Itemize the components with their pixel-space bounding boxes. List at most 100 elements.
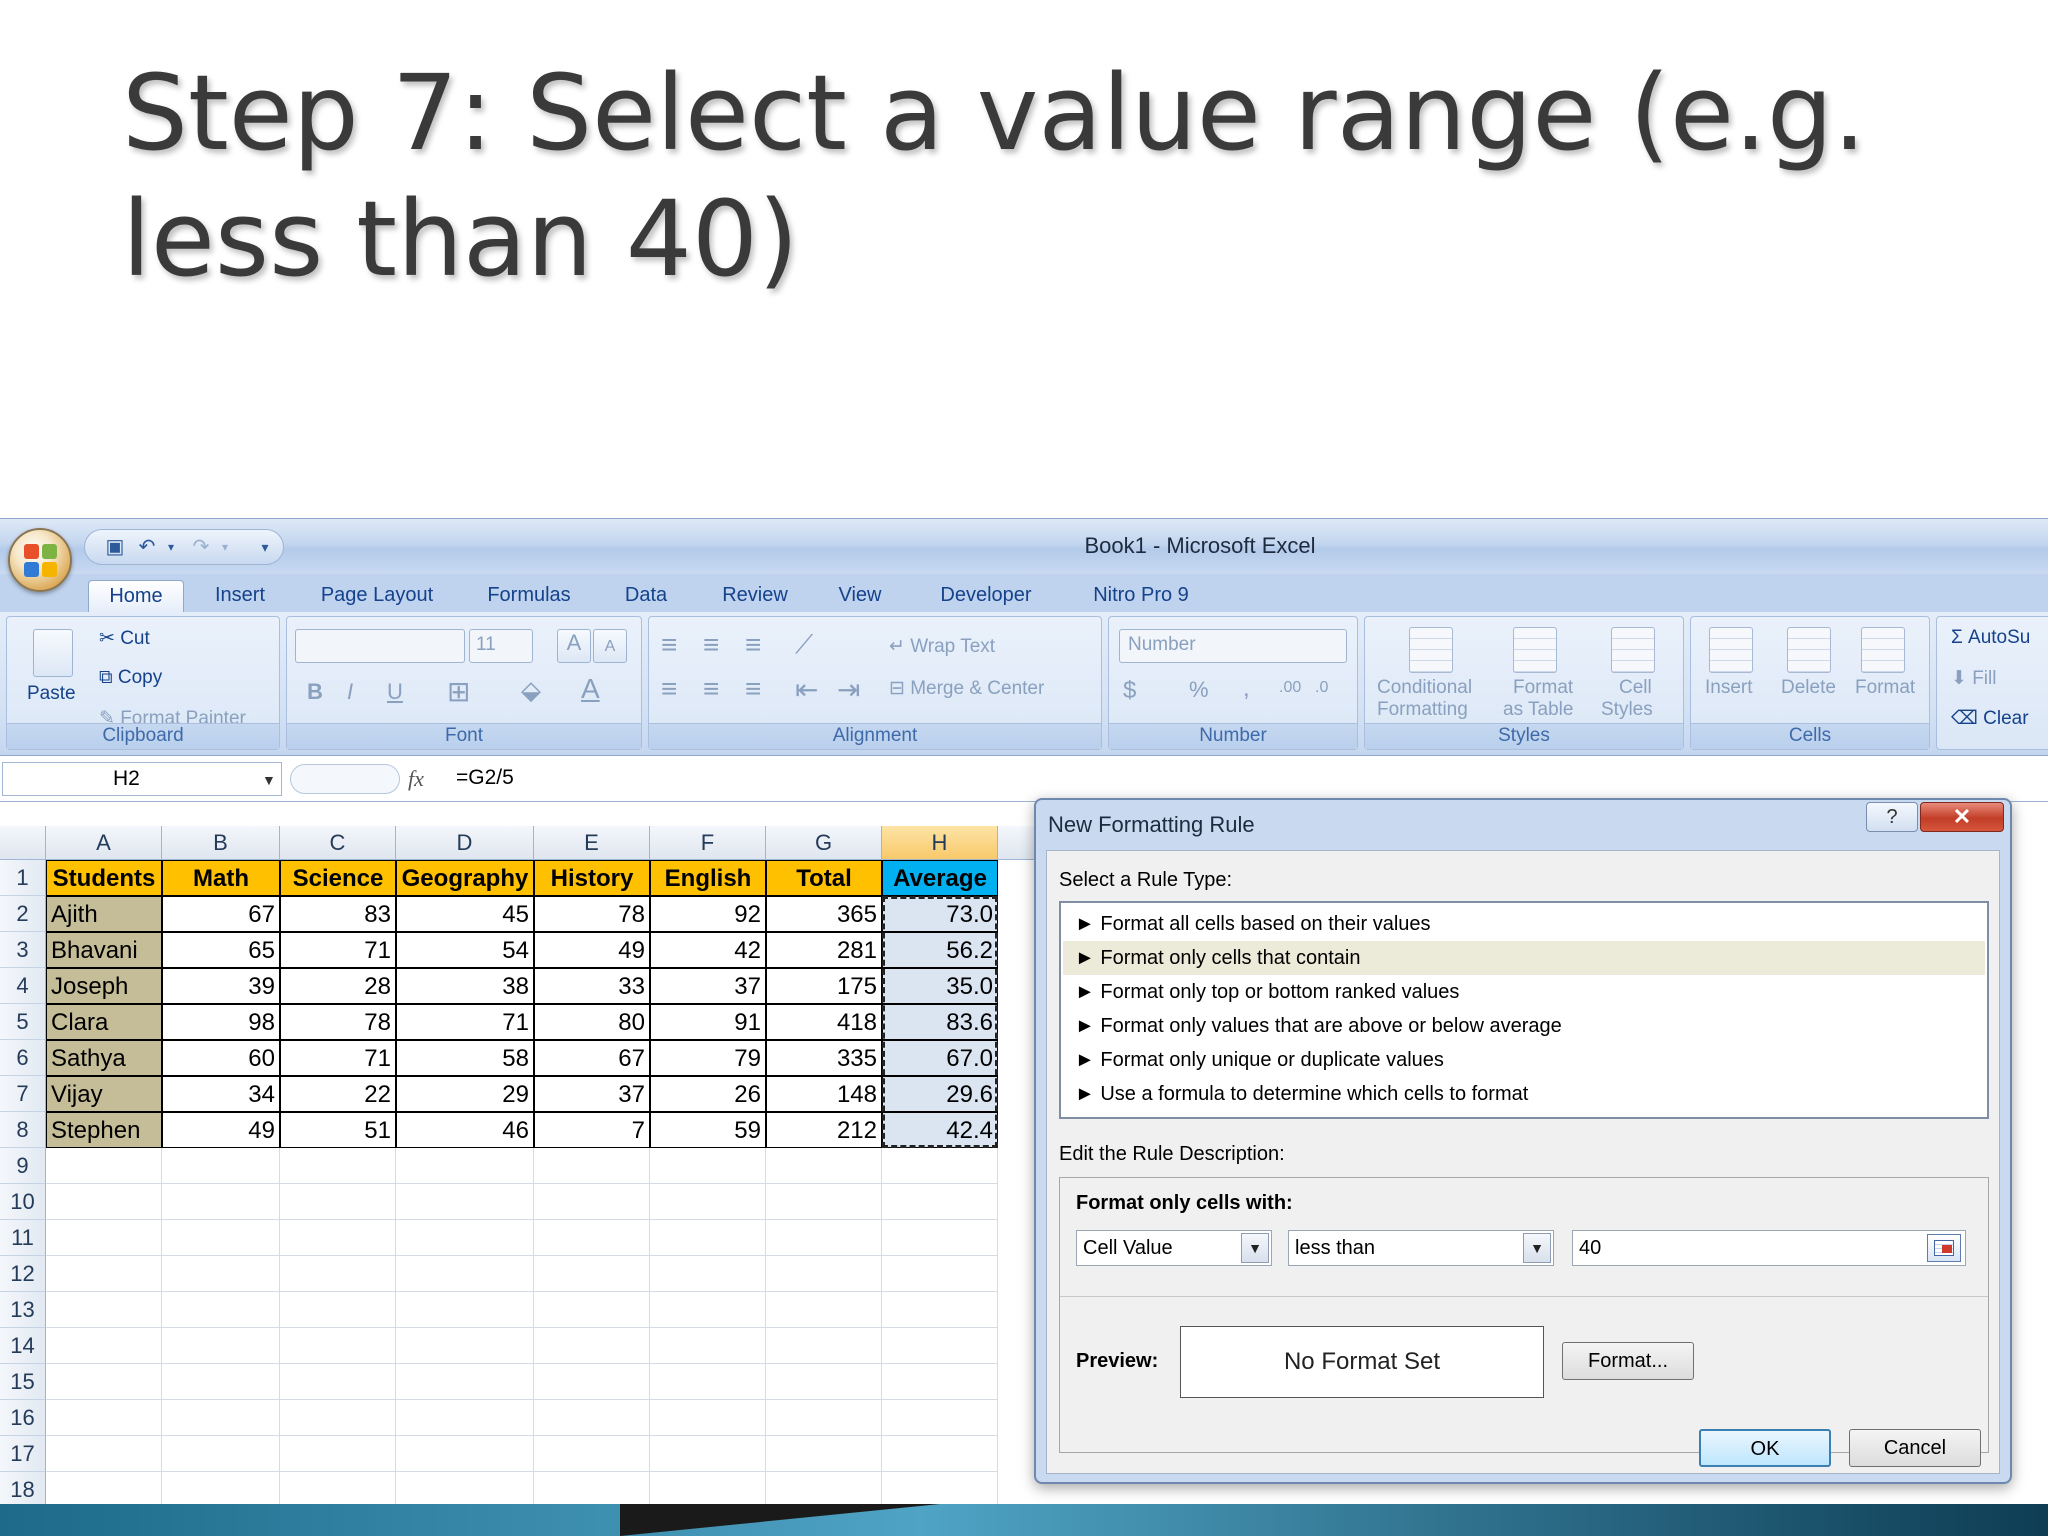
insert-cells-button[interactable]: Insert (1705, 677, 1753, 699)
student-name-cell[interactable]: Joseph (46, 968, 162, 1004)
empty-cell[interactable] (46, 1364, 162, 1400)
formula-input[interactable]: =G2/5 (456, 766, 514, 790)
value-input[interactable]: 40 (1572, 1230, 1966, 1266)
table-cell[interactable]: 28 (280, 968, 396, 1004)
row-header[interactable]: 18 (0, 1472, 46, 1504)
empty-cell[interactable] (650, 1292, 766, 1328)
paste-button[interactable]: Paste (27, 683, 76, 705)
empty-cell[interactable] (396, 1148, 534, 1184)
rule-type-item[interactable]: ► Format only values that are above or b… (1063, 1009, 1985, 1043)
column-header[interactable]: C (280, 826, 396, 860)
empty-cell[interactable] (280, 1472, 396, 1504)
student-name-cell[interactable]: Bhavani (46, 932, 162, 968)
empty-cell[interactable] (766, 1148, 882, 1184)
rule-type-item-selected[interactable]: ► Format only cells that contain (1063, 941, 1985, 975)
shrink-font-icon[interactable]: A (593, 629, 627, 663)
bold-button[interactable]: B (307, 679, 323, 705)
number-format-combo[interactable]: Number (1119, 629, 1347, 663)
autosum-button[interactable]: Σ AutoSu (1951, 627, 2030, 649)
table-cell[interactable]: 175 (766, 968, 882, 1004)
comma-button[interactable]: , (1243, 675, 1250, 703)
column-header[interactable]: G (766, 826, 882, 860)
empty-cell[interactable] (46, 1148, 162, 1184)
row-header[interactable]: 11 (0, 1220, 46, 1256)
empty-cell[interactable] (650, 1472, 766, 1504)
italic-button[interactable]: I (347, 679, 353, 705)
column-header[interactable]: D (396, 826, 534, 860)
conditional-formatting-label[interactable]: Conditional (1377, 677, 1472, 699)
row-header[interactable]: 8 (0, 1112, 46, 1148)
rule-type-item[interactable]: ► Use a formula to determine which cells… (1063, 1077, 1985, 1111)
empty-cell[interactable] (650, 1436, 766, 1472)
empty-cell[interactable] (396, 1364, 534, 1400)
underline-button[interactable]: U (387, 679, 403, 705)
row-header[interactable]: 3 (0, 932, 46, 968)
student-name-cell[interactable]: Sathya (46, 1040, 162, 1076)
empty-cell[interactable] (534, 1472, 650, 1504)
table-cell[interactable]: 58 (396, 1040, 534, 1076)
row-header[interactable]: 5 (0, 1004, 46, 1040)
table-cell[interactable]: 46 (396, 1112, 534, 1148)
font-color-icon[interactable]: A (581, 673, 600, 705)
clear-button[interactable]: ⌫ Clear (1951, 707, 2029, 730)
table-cell[interactable]: 42 (650, 932, 766, 968)
table-cell[interactable]: 148 (766, 1076, 882, 1112)
fill-button[interactable]: ⬇ Fill (1951, 667, 1996, 690)
column-header[interactable]: B (162, 826, 280, 860)
empty-cell[interactable] (766, 1256, 882, 1292)
empty-cell[interactable] (766, 1328, 882, 1364)
fill-color-icon[interactable]: ⬙ (521, 675, 541, 706)
cell-styles-label[interactable]: Cell (1619, 677, 1652, 699)
table-header-cell[interactable]: Math (162, 860, 280, 896)
tab-review[interactable]: Review (710, 580, 800, 612)
tab-data[interactable]: Data (614, 580, 678, 612)
close-button[interactable]: ✕ (1920, 802, 2004, 832)
help-button[interactable]: ? (1866, 802, 1918, 832)
table-header-cell[interactable]: Science (280, 860, 396, 896)
borders-icon[interactable]: ⊞ (447, 675, 470, 708)
empty-cell[interactable] (46, 1256, 162, 1292)
empty-cell[interactable] (280, 1184, 396, 1220)
table-cell[interactable]: 78 (280, 1004, 396, 1040)
row-header[interactable]: 2 (0, 896, 46, 932)
tab-nitro-pro[interactable]: Nitro Pro 9 (1076, 580, 1206, 612)
table-cell[interactable]: 34 (162, 1076, 280, 1112)
empty-cell[interactable] (162, 1328, 280, 1364)
wrap-text-button[interactable]: ↵ Wrap Text (889, 635, 995, 658)
row-header[interactable]: 4 (0, 968, 46, 1004)
tab-insert[interactable]: Insert (200, 580, 280, 612)
table-cell[interactable]: 67.0 (882, 1040, 998, 1076)
empty-cell[interactable] (882, 1472, 998, 1504)
table-cell[interactable]: 98 (162, 1004, 280, 1040)
empty-cell[interactable] (396, 1184, 534, 1220)
empty-cell[interactable] (534, 1400, 650, 1436)
empty-cell[interactable] (650, 1400, 766, 1436)
student-name-cell[interactable]: Stephen (46, 1112, 162, 1148)
empty-cell[interactable] (766, 1400, 882, 1436)
decrease-indent-icon[interactable]: ⇤ (795, 673, 818, 706)
empty-cell[interactable] (280, 1292, 396, 1328)
table-cell[interactable]: 37 (534, 1076, 650, 1112)
column-header[interactable]: F (650, 826, 766, 860)
format-as-table-label-2[interactable]: as Table (1503, 699, 1573, 721)
customize-qat-icon[interactable]: ▾ (253, 536, 277, 558)
undo-icon[interactable]: ↶ (135, 536, 159, 558)
paste-icon[interactable] (33, 629, 73, 677)
select-all-corner[interactable] (0, 826, 46, 860)
empty-cell[interactable] (396, 1436, 534, 1472)
row-header[interactable]: 10 (0, 1184, 46, 1220)
accounting-icon[interactable]: $ (1123, 677, 1136, 705)
table-cell[interactable]: 67 (162, 896, 280, 932)
delete-cells-button[interactable]: Delete (1781, 677, 1836, 699)
empty-cell[interactable] (766, 1436, 882, 1472)
align-bottom-icon[interactable]: ≡ (745, 629, 761, 661)
table-cell[interactable]: 418 (766, 1004, 882, 1040)
empty-cell[interactable] (280, 1256, 396, 1292)
empty-cell[interactable] (882, 1436, 998, 1472)
row-header[interactable]: 15 (0, 1364, 46, 1400)
empty-cell[interactable] (882, 1328, 998, 1364)
empty-cell[interactable] (766, 1184, 882, 1220)
empty-cell[interactable] (280, 1400, 396, 1436)
empty-cell[interactable] (534, 1328, 650, 1364)
table-cell[interactable]: 45 (396, 896, 534, 932)
